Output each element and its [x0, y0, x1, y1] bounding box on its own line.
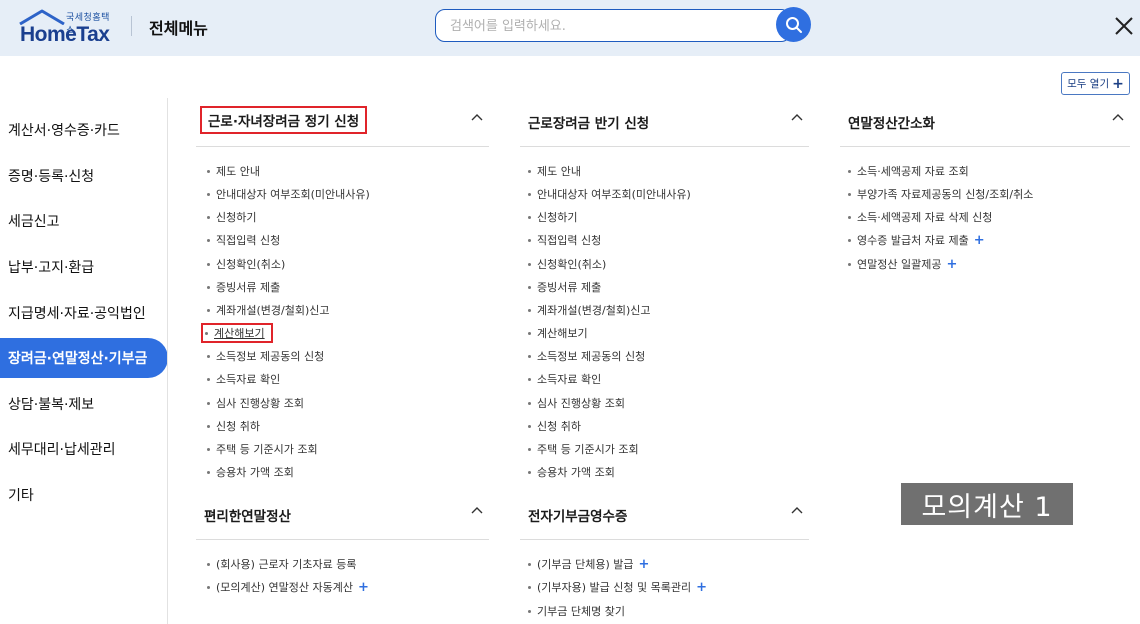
link-item[interactable]: 소득자료 확인	[528, 371, 601, 387]
link-item[interactable]: (기부자용) 발급 신청 및 목록관리 +	[528, 579, 707, 595]
section-title: 편리한연말정산	[204, 509, 291, 525]
link-item[interactable]: 신청 취하	[528, 418, 581, 434]
link-item[interactable]: 제도 안내	[207, 163, 260, 179]
close-icon	[1115, 17, 1133, 35]
link-item[interactable]: (회사용) 근로자 기초자료 등록	[207, 556, 357, 572]
plus-icon: +	[1112, 75, 1124, 92]
close-button[interactable]	[1112, 14, 1136, 38]
nav-item-label: 장려금·연말정산·기부금	[8, 351, 148, 367]
section-header-yearend-simplified[interactable]: 연말정산간소화	[840, 107, 1130, 147]
nav-item-etc[interactable]: 기타	[0, 475, 168, 515]
hometax-logo[interactable]: 국세청홈택스 HomeTax	[18, 9, 114, 46]
link-item[interactable]: 직접입력 신청	[207, 232, 280, 248]
link-item[interactable]: 승용차 가액 조회	[528, 464, 615, 480]
expand-all-button[interactable]: 모두 열기 +	[1061, 72, 1130, 95]
link-item[interactable]: 승용차 가액 조회	[207, 464, 294, 480]
section-header-semiannual-application[interactable]: 근로장려금 반기 신청	[520, 107, 809, 147]
logo-text: HomeTax	[20, 23, 110, 46]
nav-item-certificate-registration[interactable]: 증명·등록·신청	[0, 156, 168, 196]
chevron-up-icon[interactable]	[789, 110, 805, 126]
plus-icon: +	[946, 257, 958, 272]
link-item[interactable]: 소득자료 확인	[207, 371, 280, 387]
link-item[interactable]: 직접입력 신청	[528, 232, 601, 248]
nav-item-invoice-receipt-card[interactable]: 계산서·영수증·카드	[0, 110, 168, 150]
expand-all-label: 모두 열기	[1067, 78, 1110, 90]
search-icon	[785, 16, 802, 33]
link-item[interactable]: 심사 진행상황 조회	[528, 395, 625, 411]
section-header-donation-receipt[interactable]: 전자기부금영수증	[520, 500, 809, 540]
nav-item-incentive-yearend[interactable]: 장려금·연말정산·기부금	[0, 338, 168, 378]
watermark-caption: 모의계산 1	[901, 483, 1073, 525]
chevron-up-icon[interactable]	[1110, 110, 1126, 126]
plus-icon: +	[358, 580, 369, 595]
link-item[interactable]: 안내대상자 여부조회(미안내사유)	[528, 186, 691, 202]
link-item[interactable]: (모의계산) 연말정산 자동계산 +	[207, 579, 369, 595]
section-title: 연말정산간소화	[848, 116, 935, 132]
link-item[interactable]: (기부금 단체용) 발급 +	[528, 556, 649, 572]
link-item[interactable]: 심사 진행상황 조회	[207, 395, 304, 411]
top-header: 국세청홈택스 HomeTax 전체메뉴	[0, 0, 1140, 56]
nav-item-label: 세무대리·납세관리	[8, 442, 116, 458]
link-item[interactable]: 계좌개설(변경/철회)신고	[528, 302, 651, 318]
chevron-up-icon[interactable]	[789, 503, 805, 519]
section-title: 근로장려금 반기 신청	[528, 116, 650, 132]
link-item[interactable]: 증빙서류 제출	[207, 279, 280, 295]
section-header-convenient-yearend[interactable]: 편리한연말정산	[196, 500, 489, 540]
link-item[interactable]: 안내대상자 여부조회(미안내사유)	[207, 186, 370, 202]
nav-item-label: 상담·불복·제보	[8, 397, 95, 413]
nav-item-label: 계산서·영수증·카드	[8, 123, 120, 139]
link-item[interactable]: 부양가족 자료제공동의 신청/조회/취소	[848, 186, 1033, 202]
nav-item-label: 납부·고지·환급	[8, 260, 95, 276]
link-item-simulate-calculation[interactable]: 계산해보기	[201, 323, 273, 343]
link-item[interactable]: 소득정보 제공동의 신청	[207, 348, 324, 364]
link-item[interactable]: 계산해보기	[528, 325, 588, 341]
nav-item-label: 기타	[8, 488, 34, 504]
nav-item-tax-agent[interactable]: 세무대리·납세관리	[0, 429, 168, 469]
link-item[interactable]: 신청 취하	[207, 418, 260, 434]
link-item[interactable]: 연말정산 일괄제공 +	[848, 256, 957, 272]
link-item[interactable]: 신청확인(취소)	[207, 256, 285, 272]
nav-item-tax-return[interactable]: 세금신고	[0, 201, 168, 241]
link-item[interactable]: 기부금 단체명 찾기	[528, 603, 625, 619]
link-item[interactable]: 신청하기	[528, 209, 577, 225]
link-item[interactable]: 소득·세액공제 자료 조회	[848, 163, 969, 179]
search-button[interactable]	[776, 7, 811, 42]
nav-item-label: 증명·등록·신청	[8, 169, 95, 185]
nav-divider	[167, 98, 168, 624]
link-item[interactable]: 제도 안내	[528, 163, 581, 179]
nav-item-payment-refund[interactable]: 납부·고지·환급	[0, 247, 168, 287]
link-item[interactable]: 영수증 발급처 자료 제출 +	[848, 232, 985, 248]
link-item[interactable]: 소득·세액공제 자료 삭제 신청	[848, 209, 992, 225]
section-title: 근로·자녀장려금 정기 신청	[200, 106, 368, 134]
link-item[interactable]: 소득정보 제공동의 신청	[528, 348, 645, 364]
link-item[interactable]: 주택 등 기준시가 조회	[528, 441, 639, 457]
plus-icon: +	[973, 233, 985, 248]
chevron-up-icon[interactable]	[469, 503, 485, 519]
search-box	[435, 9, 791, 42]
page-title: 전체메뉴	[149, 19, 208, 38]
nav-item-consult-appeal[interactable]: 상담·불복·제보	[0, 384, 168, 424]
header-divider	[131, 16, 132, 36]
link-item[interactable]: 증빙서류 제출	[528, 279, 601, 295]
nav-item-label: 세금신고	[8, 214, 60, 230]
plus-icon: +	[696, 580, 708, 595]
link-item[interactable]: 신청확인(취소)	[528, 256, 606, 272]
plus-icon: +	[638, 557, 650, 572]
chevron-up-icon[interactable]	[469, 110, 485, 126]
link-item[interactable]: 신청하기	[207, 209, 256, 225]
link-item[interactable]: 계좌개설(변경/철회)신고	[207, 302, 330, 318]
search-input[interactable]	[450, 16, 770, 36]
nav-item-payment-statement[interactable]: 지급명세·자료·공익법인	[0, 293, 168, 333]
section-header-regular-application[interactable]: 근로·자녀장려금 정기 신청	[196, 106, 489, 147]
nav-item-label: 지급명세·자료·공익법인	[8, 306, 146, 322]
section-title: 전자기부금영수증	[528, 509, 628, 525]
link-item[interactable]: 주택 등 기준시가 조회	[207, 441, 318, 457]
